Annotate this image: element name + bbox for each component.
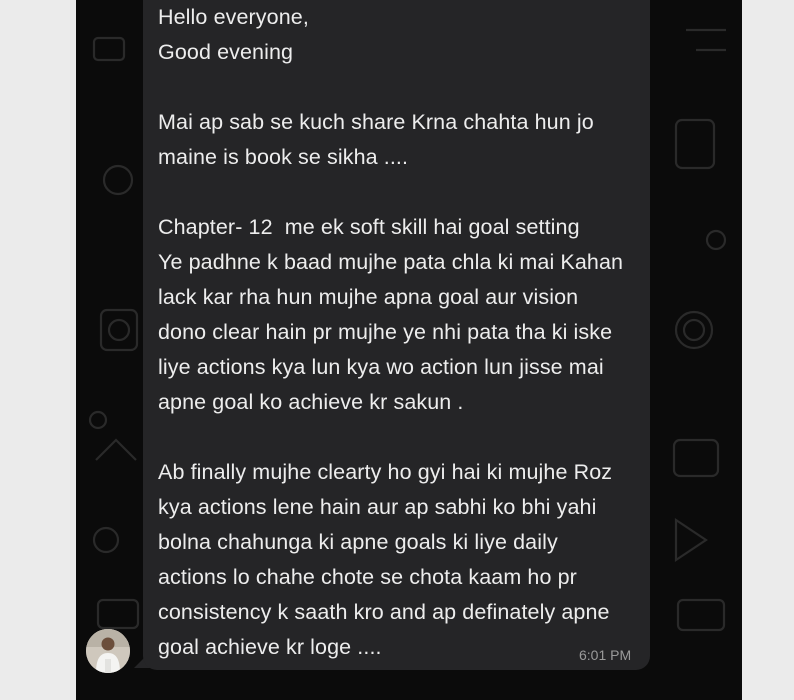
right-margin <box>742 0 794 700</box>
message-line: goal achieve kr loge .... <box>158 635 382 659</box>
message-line: Mai ap sab se kuch share Krna chahta hun… <box>158 110 594 134</box>
message-line: lack kar rha hun mujhe apna goal aur vis… <box>158 285 579 309</box>
message-bubble[interactable]: Hello everyone, Good evening Mai ap sab … <box>143 0 650 670</box>
sender-avatar[interactable] <box>86 629 130 673</box>
left-margin <box>0 0 76 700</box>
message-line: maine is book se sikha .... <box>158 145 409 169</box>
message-line: Good evening <box>158 40 294 64</box>
message-line: Ye padhne k baad mujhe pata chla ki mai … <box>158 250 624 274</box>
message-line: dono clear hain pr mujhe ye nhi pata tha… <box>158 320 613 344</box>
message-line: apne goal ko achieve kr sakun . <box>158 390 464 414</box>
person-avatar-icon <box>86 629 130 673</box>
message-line: actions lo chahe chote se chota kaam ho … <box>158 565 577 589</box>
message-line: consistency k saath kro and ap definatel… <box>158 600 610 624</box>
message-line: liye actions kya lun kya wo action lun j… <box>158 355 604 379</box>
message-line: Hello everyone, <box>158 5 309 29</box>
message-line: Ab finally mujhe clearty ho gyi hai ki m… <box>158 460 613 484</box>
message-line: bolna chahunga ki apne goals ki liye dai… <box>158 530 558 554</box>
message-line: Chapter- 12 me ek soft skill hai goal se… <box>158 215 580 239</box>
message-timestamp: 6:01 PM <box>579 647 632 663</box>
message-line: kya actions lene hain aur ap sabhi ko bh… <box>158 495 597 519</box>
